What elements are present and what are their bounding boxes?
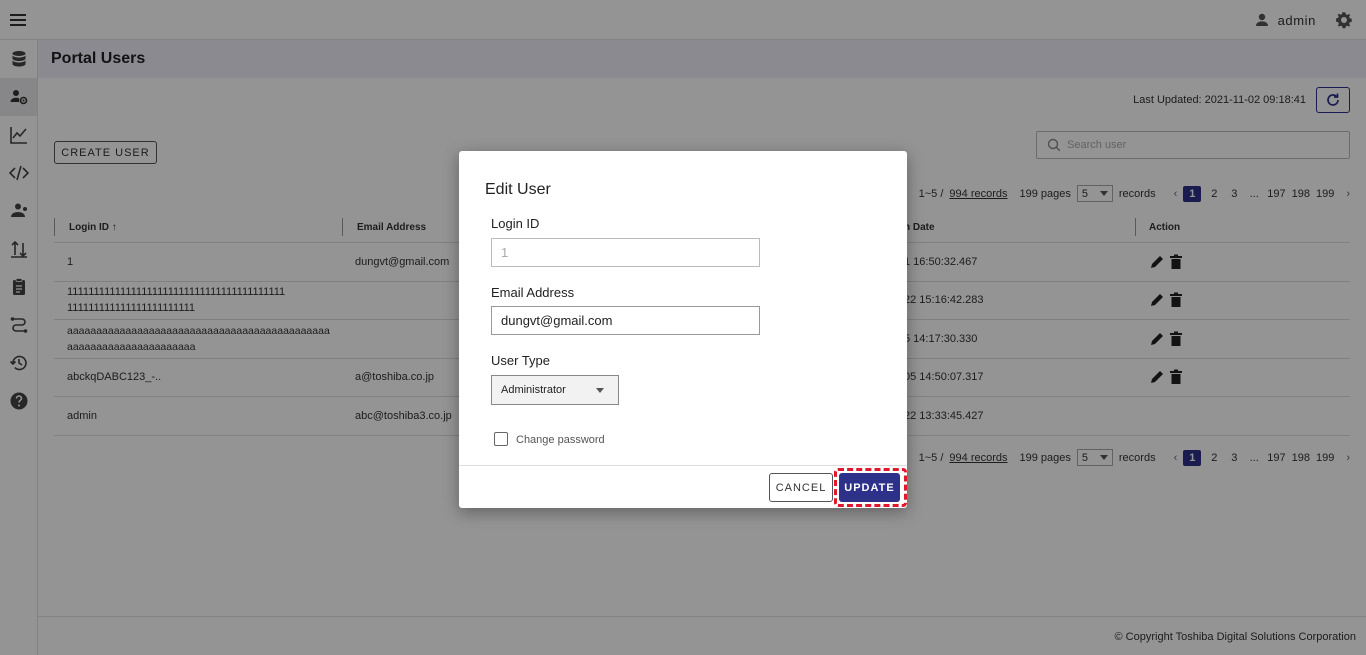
caret-down-icon [596,387,604,393]
dialog-title: Edit User [485,181,551,198]
login-id-field [491,238,760,267]
edit-user-dialog: Edit User Login ID Email Address User Ty… [459,151,907,508]
update-button[interactable]: UPDATE [839,473,900,502]
email-field[interactable] [491,306,760,335]
email-label: Email Address [491,285,575,300]
cancel-button[interactable]: CANCEL [769,473,833,502]
user-type-value: Administrator [501,384,566,396]
change-password-label[interactable]: Change password [516,434,605,446]
dialog-divider [459,465,907,466]
change-password-checkbox[interactable] [494,432,508,446]
login-id-label: Login ID [491,216,540,231]
user-type-label: User Type [491,353,551,368]
user-type-select[interactable]: Administrator [491,375,619,405]
